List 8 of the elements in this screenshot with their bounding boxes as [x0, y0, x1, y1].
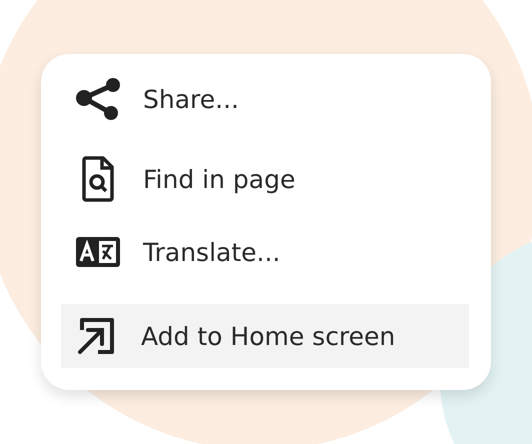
- menu-item[interactable]: Find in page: [65, 152, 304, 206]
- search-document-icon: [81, 156, 115, 202]
- translate-icon: [75, 236, 121, 268]
- menu-item[interactable]: Add to Home screen: [61, 304, 469, 368]
- menu-item[interactable]: Translate...: [65, 232, 288, 272]
- arrow-in-box-icon: [76, 316, 116, 356]
- share-icon: [75, 76, 121, 122]
- menu-item[interactable]: Share...: [65, 72, 247, 126]
